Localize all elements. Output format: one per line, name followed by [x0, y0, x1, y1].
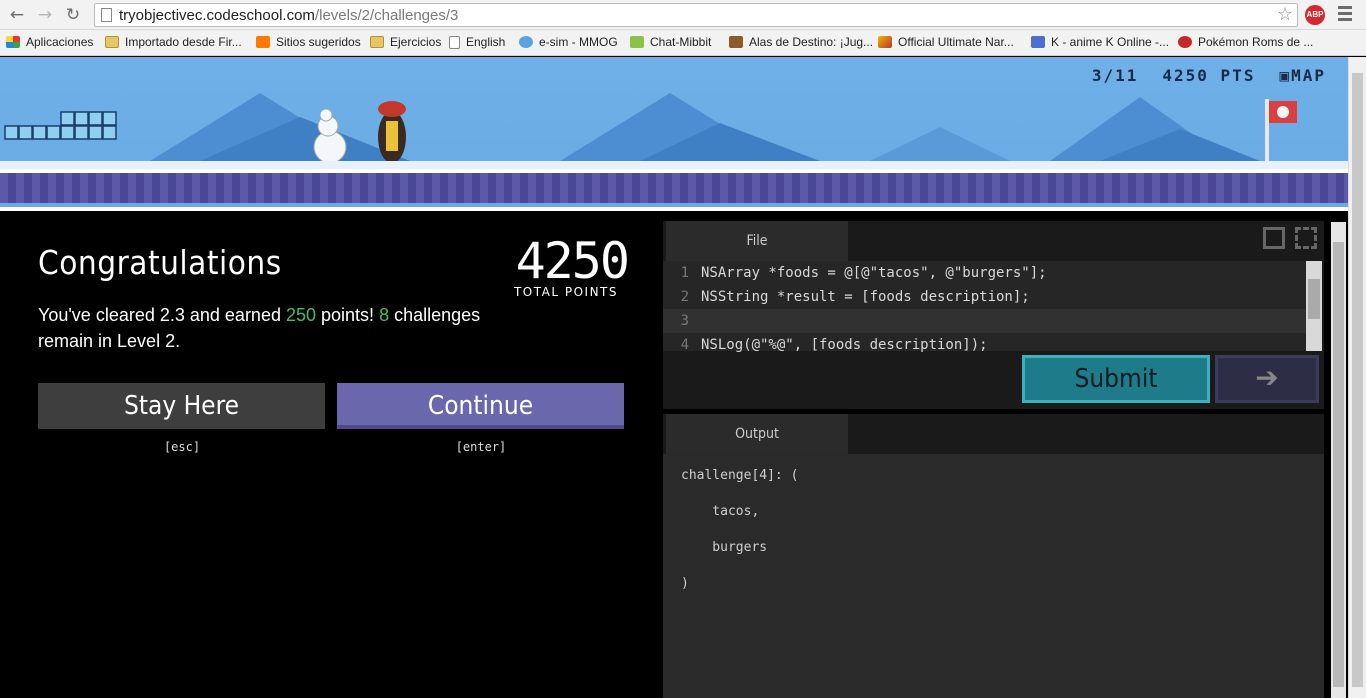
editor-tools: [1263, 227, 1317, 249]
snowman-icon: [313, 108, 347, 164]
stay-here-hint: [esc]: [163, 440, 201, 454]
address-bar[interactable]: tryobjectivec.codeschool.com/levels/2/ch…: [94, 3, 1298, 27]
code-line: 3: [663, 309, 1306, 333]
bookmark-alas[interactable]: Alas de Destino: ¡Jug...: [729, 35, 873, 49]
mibbit-icon: [630, 36, 644, 48]
snow-ground: [0, 161, 1348, 169]
page-icon: [101, 8, 112, 22]
tab-file[interactable]: File: [666, 221, 848, 261]
output-line: burgers: [681, 540, 768, 555]
split-view-icon[interactable]: [1263, 227, 1285, 249]
total-points-value: 4250: [515, 232, 630, 290]
game-icon: [878, 36, 892, 48]
bookmark-star-icon[interactable]: ☆: [1277, 4, 1293, 25]
pokemon-icon: [1178, 36, 1192, 48]
code-editor-panel: File 1 NSArray *foods = @[@"tacos", @"bur…: [663, 221, 1324, 409]
continue-button[interactable]: Continue: [337, 383, 624, 429]
tab-output[interactable]: Output: [666, 414, 848, 454]
bookmark-esim[interactable]: e-sim - MMOG: [519, 35, 618, 49]
reload-icon[interactable]: ↻: [62, 4, 84, 26]
goal-flag-icon: [1265, 99, 1297, 161]
window-scrollbar[interactable]: [1348, 57, 1366, 698]
bookmark-pokemon[interactable]: Pokémon Roms de ...: [1178, 35, 1313, 49]
bookmark-english[interactable]: English: [449, 35, 505, 49]
player-character-icon: [378, 101, 406, 163]
adblock-icon[interactable]: ABP: [1305, 5, 1325, 25]
globe-icon: [519, 36, 533, 48]
panel-scrollbar[interactable]: [1331, 222, 1346, 698]
congrats-message: You've cleared 2.3 and earned 250 points…: [38, 305, 481, 351]
game-icon: [729, 36, 743, 48]
submit-button[interactable]: Submit: [1022, 355, 1210, 403]
bookmarks-bar: Aplicaciones Importado desde Fir... Siti…: [0, 30, 1366, 56]
output-line: challenge[4]: (: [681, 468, 799, 483]
ice-blocks: [4, 111, 117, 140]
game-banner: 3/11 4250 PTS ▣MAP: [0, 57, 1348, 207]
url-text: tryobjectivec.codeschool.com/levels/2/ch…: [119, 7, 459, 24]
page-icon: [449, 35, 460, 49]
browser-toolbar: ← → ↻ tryobjectivec.codeschool.com/level…: [0, 0, 1366, 30]
ground-tiles: [0, 169, 1348, 203]
code-area[interactable]: 1 NSArray *foods = @[@"tacos", @"burgers"…: [663, 261, 1306, 353]
output-console: challenge[4]: ( tacos, burgers ): [663, 454, 1324, 698]
bookmark-chat[interactable]: Chat-Mibbit: [630, 35, 711, 49]
bookmark-suggested[interactable]: Sitios sugeridos: [256, 35, 361, 49]
game-hud: 3/11 4250 PTS ▣MAP: [1092, 66, 1326, 85]
bookmark-anime[interactable]: K - anime K Online -...: [1031, 35, 1169, 49]
code-scrollbar[interactable]: [1306, 261, 1322, 351]
suggested-sites-icon: [256, 36, 270, 48]
output-line: tacos,: [681, 504, 760, 519]
code-line: 4 NSLog(@"%@", [foods description]);: [680, 337, 988, 353]
total-points-label: TOTAL POINTS: [513, 285, 618, 299]
map-link[interactable]: ▣MAP: [1279, 66, 1326, 85]
output-line: ): [681, 576, 689, 591]
earned-points: 250: [285, 305, 317, 325]
bookmark-imported[interactable]: Importado desde Fir...: [105, 35, 242, 49]
code-line: 1 NSArray *foods = @[@"tacos", @"burgers"…: [680, 265, 1047, 281]
stay-here-button[interactable]: Stay Here: [38, 383, 325, 429]
forward-icon[interactable]: →: [34, 4, 56, 26]
divider: [0, 207, 1348, 215]
continue-hint: [enter]: [455, 440, 507, 454]
congrats-title: Congratulations: [38, 243, 282, 282]
next-arrow-button[interactable]: ➔: [1215, 355, 1319, 403]
bookmark-apps[interactable]: Aplicaciones: [6, 35, 93, 49]
output-panel: Output challenge[4]: ( tacos, burgers ): [663, 414, 1324, 698]
game-points: 4250 PTS: [1162, 66, 1256, 85]
back-icon[interactable]: ←: [6, 4, 28, 26]
code-line: 2 NSString *result = [foods description];: [680, 289, 1030, 305]
bookmark-exercises[interactable]: Ejercicios: [370, 35, 441, 49]
apps-icon: [6, 36, 20, 48]
remaining-challenges: 8: [379, 305, 390, 325]
bookmark-naruto[interactable]: Official Ultimate Nar...: [878, 35, 1014, 49]
menu-icon[interactable]: [1338, 6, 1352, 24]
anime-icon: [1031, 36, 1045, 48]
fullscreen-icon[interactable]: [1295, 227, 1317, 249]
challenge-progress: 3/11: [1091, 66, 1139, 85]
folder-icon: [105, 36, 119, 48]
folder-icon: [370, 36, 384, 48]
